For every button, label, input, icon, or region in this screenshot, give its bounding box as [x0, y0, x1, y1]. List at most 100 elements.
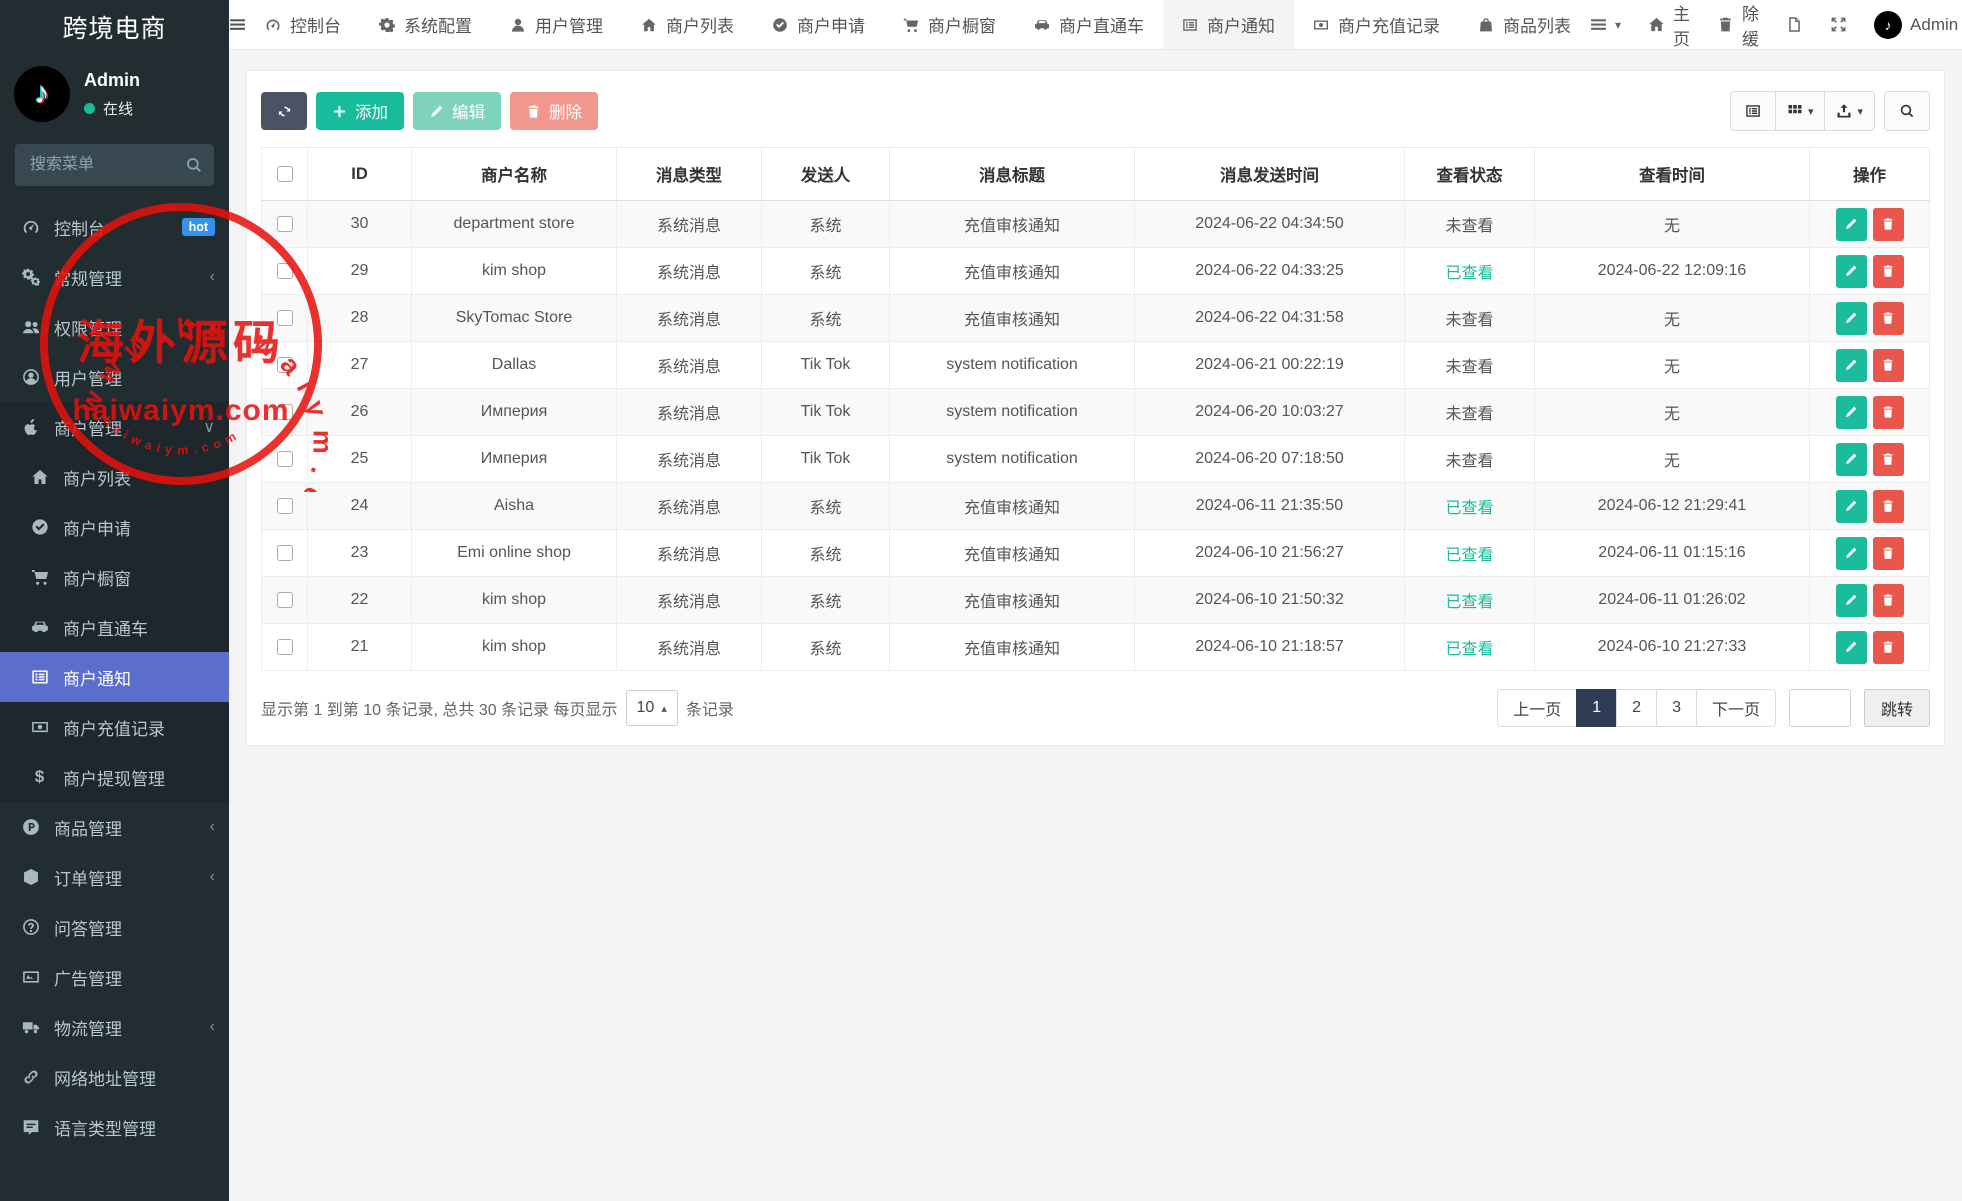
page-button-3[interactable]: 3 — [1656, 689, 1697, 727]
row-checkbox[interactable] — [277, 310, 293, 326]
row-checkbox[interactable] — [277, 639, 293, 655]
tab-user-mgmt[interactable]: 用户管理 — [491, 0, 622, 49]
sidebar-toggle-button[interactable] — [229, 0, 246, 49]
delete-row-button[interactable] — [1873, 302, 1904, 335]
sidebar-item-console[interactable]: 控制台hot — [0, 202, 229, 252]
delete-button[interactable]: 删除 — [510, 92, 598, 130]
pagination-summary: 显示第 1 到第 10 条记录, 总共 30 条记录 每页显示 10▴ 条记录 — [261, 690, 734, 726]
hot-badge: hot — [182, 218, 215, 236]
select-all-checkbox[interactable] — [277, 166, 293, 182]
sidebar-item-order-mgmt[interactable]: 订单管理‹ — [0, 852, 229, 902]
sidebar-item-language-type-mgmt[interactable]: 语言类型管理 — [0, 1102, 229, 1152]
prev-page-button[interactable]: 上一页 — [1497, 689, 1577, 727]
delete-row-button[interactable] — [1873, 537, 1904, 570]
delete-row-button[interactable] — [1873, 208, 1904, 241]
delete-row-button[interactable] — [1873, 490, 1904, 523]
cell-title: 充值审核通知 — [890, 577, 1135, 624]
pagination-controls: 上一页 123 下一页 跳转 — [1497, 689, 1930, 727]
columns-button[interactable]: ▾ — [1775, 91, 1826, 131]
edit-row-button[interactable] — [1836, 255, 1867, 288]
page-button-1[interactable]: 1 — [1576, 689, 1617, 727]
delete-row-button[interactable] — [1873, 349, 1904, 382]
row-checkbox[interactable] — [277, 357, 293, 373]
cell-actions — [1810, 342, 1930, 389]
cell-status: 已查看 — [1405, 530, 1535, 577]
apple-icon — [19, 418, 42, 436]
sidebar-item-general-mgmt[interactable]: 常规管理‹ — [0, 252, 229, 302]
tiktok-icon: ♪ — [1885, 17, 1892, 33]
file-button[interactable] — [1786, 16, 1803, 33]
edit-row-button[interactable] — [1836, 631, 1867, 664]
sidebar-item-user-mgmt[interactable]: 用户管理 — [0, 352, 229, 402]
delete-row-button[interactable] — [1873, 584, 1904, 617]
check-circle-icon — [28, 518, 51, 536]
content-area: 添加 编辑 删除 ▾ ▾ — [229, 50, 1962, 1201]
edit-button[interactable]: 编辑 — [413, 92, 501, 130]
export-button[interactable]: ▾ — [1824, 91, 1875, 131]
cell-status: 已查看 — [1405, 483, 1535, 530]
next-page-button[interactable]: 下一页 — [1696, 689, 1776, 727]
sidebar-item-permission-mgmt[interactable]: 权限管理‹ — [0, 302, 229, 352]
tab-merchant-notice[interactable]: 商户通知 — [1163, 0, 1294, 49]
tab-product-list[interactable]: 商品列表 — [1459, 0, 1590, 49]
cell-merchant: Dallas — [412, 342, 617, 389]
sidebar-item-merchant-recharge-records[interactable]: 商户充值记录 — [0, 702, 229, 752]
row-checkbox[interactable] — [277, 263, 293, 279]
cell-sent: 2024-06-10 21:56:27 — [1135, 530, 1405, 577]
row-checkbox[interactable] — [277, 545, 293, 561]
sidebar-item-label: 常规管理 — [54, 265, 210, 290]
tab-system-config[interactable]: 系统配置 — [360, 0, 491, 49]
edit-row-button[interactable] — [1836, 584, 1867, 617]
jump-page-input[interactable] — [1789, 689, 1851, 727]
sidebar-item-logistics-mgmt[interactable]: 物流管理‹ — [0, 1002, 229, 1052]
tab-console[interactable]: 控制台 — [246, 0, 360, 49]
tab-merchant-list[interactable]: 商户列表 — [622, 0, 753, 49]
sidebar-item-merchant-list[interactable]: 商户列表 — [0, 452, 229, 502]
edit-row-button[interactable] — [1836, 302, 1867, 335]
sidebar-item-merchant-mgmt[interactable]: 商户管理∨ — [0, 402, 229, 452]
row-checkbox[interactable] — [277, 592, 293, 608]
nav-list-menu-button[interactable]: ▾ — [1590, 16, 1621, 33]
tab-merchant-apply[interactable]: 商户申请 — [753, 0, 884, 49]
sidebar-item-merchant-withdraw-mgmt[interactable]: $商户提现管理 — [0, 752, 229, 802]
page-button-2[interactable]: 2 — [1616, 689, 1657, 727]
fullscreen-button[interactable] — [1830, 16, 1847, 33]
sidebar-item-merchant-notice[interactable]: 商户通知 — [0, 652, 229, 702]
nav-home-button[interactable]: 主页 — [1648, 0, 1690, 50]
edit-row-button[interactable] — [1836, 537, 1867, 570]
row-checkbox[interactable] — [277, 404, 293, 420]
delete-row-button[interactable] — [1873, 631, 1904, 664]
sidebar-item-merchant-apply[interactable]: 商户申请 — [0, 502, 229, 552]
tab-merchant-showcase[interactable]: 商户橱窗 — [884, 0, 1015, 49]
sidebar-item-merchant-showcase[interactable]: 商户橱窗 — [0, 552, 229, 602]
sidebar-item-ad-mgmt[interactable]: 广告管理 — [0, 952, 229, 1002]
page-size-select[interactable]: 10▴ — [626, 690, 678, 726]
delete-row-button[interactable] — [1873, 255, 1904, 288]
sidebar-item-qa-mgmt[interactable]: 问答管理 — [0, 902, 229, 952]
refresh-button[interactable] — [261, 92, 307, 130]
tab-merchant-recharge-records[interactable]: 商户充值记录 — [1294, 0, 1459, 49]
add-button[interactable]: 添加 — [316, 92, 404, 130]
edit-row-button[interactable] — [1836, 208, 1867, 241]
toggle-pagination-button[interactable] — [1730, 91, 1776, 131]
user-menu[interactable]: ♪Admin — [1874, 11, 1958, 39]
tab-merchant-express[interactable]: 商户直通车 — [1015, 0, 1163, 49]
cell-title: 充值审核通知 — [890, 248, 1135, 295]
sidebar-item-product-mgmt[interactable]: 商品管理‹ — [0, 802, 229, 852]
jump-button[interactable]: 跳转 — [1864, 689, 1930, 727]
sidebar-item-merchant-express[interactable]: 商户直通车 — [0, 602, 229, 652]
edit-row-button[interactable] — [1836, 443, 1867, 476]
delete-row-button[interactable] — [1873, 443, 1904, 476]
row-checkbox[interactable] — [277, 451, 293, 467]
sidebar: 跨境电商 ♪ Admin 在线 控制台hot常规管理‹权限管理‹用户管理商户管理… — [0, 0, 229, 1201]
edit-row-button[interactable] — [1836, 349, 1867, 382]
edit-row-button[interactable] — [1836, 490, 1867, 523]
row-checkbox[interactable] — [277, 498, 293, 514]
delete-row-button[interactable] — [1873, 396, 1904, 429]
row-checkbox[interactable] — [277, 216, 293, 232]
edit-row-button[interactable] — [1836, 396, 1867, 429]
sidebar-item-network-address-mgmt[interactable]: 网络地址管理 — [0, 1052, 229, 1102]
file-icon — [1786, 16, 1803, 33]
order-icon — [19, 868, 42, 886]
table-search-button[interactable] — [1884, 91, 1930, 131]
